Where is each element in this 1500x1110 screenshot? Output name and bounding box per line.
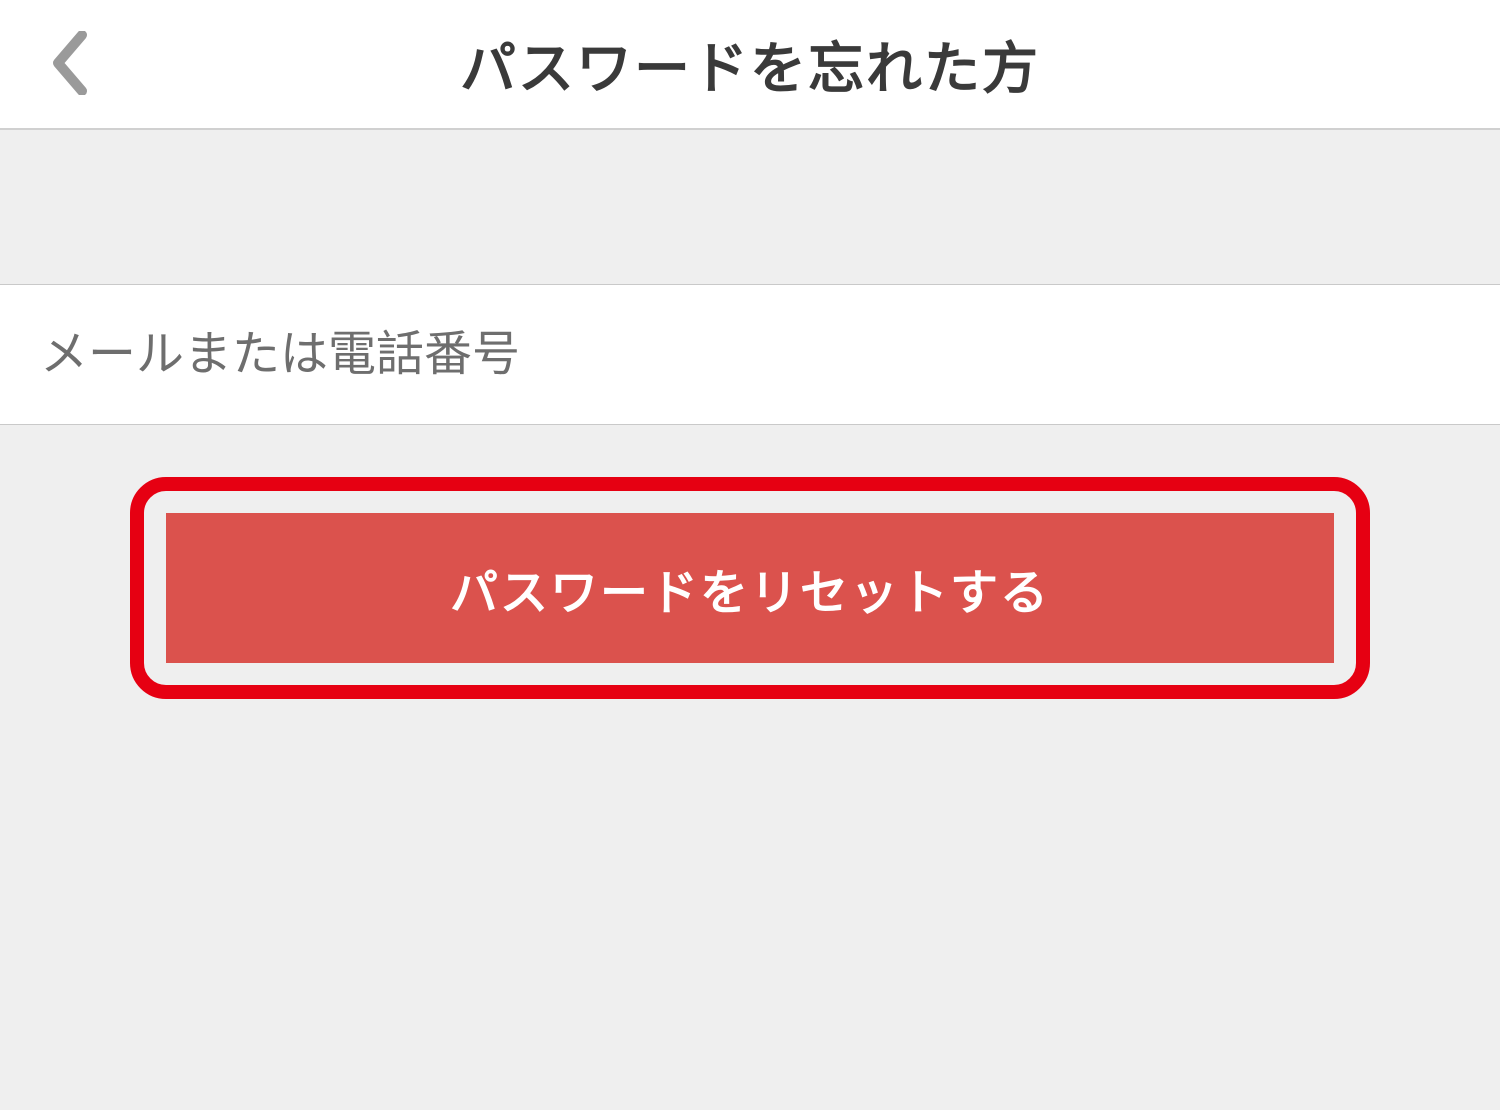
header: パスワードを忘れた方 bbox=[0, 0, 1500, 130]
highlight-frame: パスワードをリセットする bbox=[130, 477, 1370, 699]
page-title: パスワードを忘れた方 bbox=[0, 24, 1500, 105]
email-or-phone-field[interactable] bbox=[40, 327, 1460, 382]
button-area: パスワードをリセットする bbox=[0, 425, 1500, 699]
back-button[interactable] bbox=[40, 28, 100, 98]
reset-password-button[interactable]: パスワードをリセットする bbox=[166, 513, 1334, 663]
input-row bbox=[0, 285, 1500, 425]
spacer bbox=[0, 130, 1500, 285]
reset-password-label: パスワードをリセットする bbox=[450, 553, 1050, 623]
chevron-left-icon bbox=[50, 31, 90, 95]
